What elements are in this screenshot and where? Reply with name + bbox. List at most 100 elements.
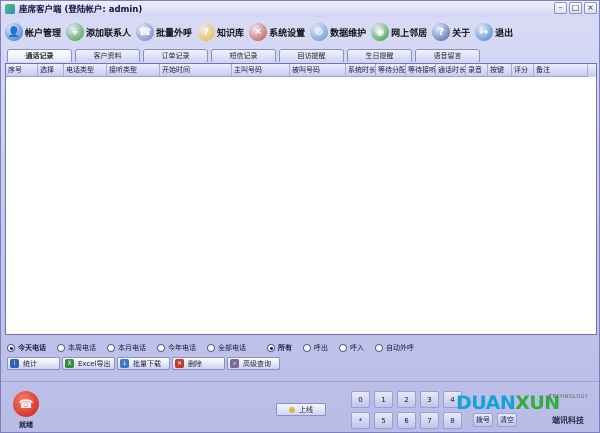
toolbar-label: 添加联系人 <box>86 28 132 39</box>
period-filter-radio[interactable]: 全部电话 <box>207 343 246 353</box>
column-header[interactable]: 通话时长 <box>436 64 466 76</box>
window-controls: – □ × <box>554 2 597 14</box>
keypad-key[interactable]: 3 <box>420 391 439 408</box>
maximize-button[interactable]: □ <box>569 2 582 14</box>
filter-bar: 今天电话 本周电话 本月电话 今年电话 全部电话 所有 呼出 呼入 自动外呼 <box>7 341 425 355</box>
about-icon: ? <box>432 23 451 41</box>
toolbar-button-knowledge[interactable]: ? 知识库 <box>195 20 247 44</box>
download-button[interactable]: ↓ 批量下载 <box>117 357 170 370</box>
column-header[interactable]: 开始时间 <box>160 64 232 76</box>
radio-label: 本周电话 <box>68 344 96 352</box>
toolbar-label: 退出 <box>495 28 514 39</box>
keypad-key[interactable]: 0 <box>351 391 370 408</box>
stats-icon: i <box>10 359 19 368</box>
radio-icon <box>375 344 383 352</box>
action-label: 高级查询 <box>243 359 271 368</box>
period-filter-radio[interactable]: 本月电话 <box>107 343 146 353</box>
toolbar-button-about[interactable]: ? 关于 <box>430 20 473 44</box>
keypad-key[interactable]: 2 <box>397 391 416 408</box>
phone-icon: ☎ <box>13 391 39 417</box>
close-button[interactable]: × <box>584 2 597 14</box>
column-header[interactable]: 接听类型 <box>107 64 160 76</box>
direction-filter-radio[interactable]: 呼入 <box>339 343 364 353</box>
toolbar-button-maintenance[interactable]: ⚙ 数据维护 <box>308 20 369 44</box>
tab-3[interactable]: 短信记录 <box>211 49 276 62</box>
column-header[interactable]: 选择 <box>38 64 64 76</box>
keypad-key[interactable]: 6 <box>397 412 416 429</box>
account-icon: 👤 <box>5 23 23 41</box>
period-filter-radio[interactable]: 今年电话 <box>157 343 196 353</box>
maintenance-icon: ⚙ <box>310 23 329 41</box>
download-icon: ↓ <box>120 359 129 368</box>
column-header[interactable]: 按键 <box>488 64 512 76</box>
settings-icon: ✕ <box>249 23 268 41</box>
logo-tagline: TECHNOLOGY <box>549 394 589 400</box>
keypad-key[interactable]: * <box>351 412 370 429</box>
toolbar-button-account[interactable]: 👤 帐户管理 <box>3 20 64 44</box>
radio-icon <box>107 344 115 352</box>
toolbar-button-batch-call[interactable]: ☎ 批量外呼 <box>134 20 195 44</box>
app-window: 座席客户端 (登陆帐户: admin) – □ × 👤 帐户管理 + 添加联系人 ☎ 批量… <box>0 0 600 433</box>
toolbar-label: 帐户管理 <box>25 28 62 39</box>
tab-0[interactable]: 通话记录 <box>7 49 72 62</box>
toolbar-button-network[interactable]: ◉ 网上邻居 <box>369 20 430 44</box>
column-header[interactable]: 序号 <box>6 64 38 76</box>
toolbar-button-exit[interactable]: ↦ 退出 <box>473 20 516 44</box>
tab-2[interactable]: 订单记录 <box>143 49 208 62</box>
radio-icon <box>157 344 165 352</box>
bottom-divider <box>1 381 599 382</box>
batch-call-icon: ☎ <box>136 23 155 41</box>
radio-label: 今年电话 <box>168 344 196 352</box>
period-filter-radio[interactable]: 本周电话 <box>57 343 96 353</box>
period-filter-radio[interactable]: 今天电话 <box>7 343 46 353</box>
radio-icon <box>303 344 311 352</box>
query-icon: ⌕ <box>230 359 239 368</box>
keypad-key[interactable]: 7 <box>420 412 439 429</box>
column-header[interactable]: 主叫号码 <box>232 64 290 76</box>
toolbar-label: 知识库 <box>217 28 245 39</box>
status-ready-label: 就绪 <box>19 421 33 429</box>
logo-wordmark: DUANXUN <box>456 392 560 414</box>
toolbar-button-add-contact[interactable]: + 添加联系人 <box>64 20 134 44</box>
company-logo: DUANXUN TECHNOLOGY 端讯科技 <box>456 384 598 432</box>
tab-4[interactable]: 回访提醒 <box>279 49 344 62</box>
action-bar: i 统计 X Excel导出 ↓ 批量下载 ✕ 删除 ⌕ 高级查询 <box>7 357 280 370</box>
direction-filter-radio[interactable]: 呼出 <box>303 343 328 353</box>
radio-label: 所有 <box>278 344 292 352</box>
add-contact-icon: + <box>66 23 85 41</box>
radio-label: 本月电话 <box>118 344 146 352</box>
column-header[interactable]: 备注 <box>534 64 588 76</box>
tab-6[interactable]: 语音留言 <box>415 49 480 62</box>
direction-filter-radio[interactable]: 自动外呼 <box>375 343 414 353</box>
column-header[interactable]: 评分 <box>512 64 534 76</box>
keypad-key[interactable]: 1 <box>374 391 393 408</box>
column-header[interactable]: 等待接听 <box>406 64 436 76</box>
toolbar-label: 网上邻居 <box>391 28 428 39</box>
knowledge-icon: ? <box>197 23 216 41</box>
action-label: Excel导出 <box>78 359 111 368</box>
delete-button[interactable]: ✕ 删除 <box>172 357 225 370</box>
tab-5[interactable]: 生日提醒 <box>347 49 412 62</box>
direction-filter-radio[interactable]: 所有 <box>267 343 292 353</box>
call-records-table: 序号 选择 电话类型 接听类型 开始时间 主叫号码 被叫号码 系统时长 等待分配 等待接听 通话时长… <box>5 63 597 335</box>
excel-button[interactable]: X Excel导出 <box>62 357 115 370</box>
column-header[interactable]: 系统时长 <box>346 64 376 76</box>
radio-label: 今天电话 <box>18 344 46 352</box>
delete-icon: ✕ <box>175 359 184 368</box>
column-header[interactable]: 电话类型 <box>64 64 107 76</box>
column-header[interactable]: 录音 <box>466 64 488 76</box>
keypad-key[interactable]: 5 <box>374 412 393 429</box>
query-button[interactable]: ⌕ 高级查询 <box>227 357 280 370</box>
column-header[interactable]: 被叫号码 <box>290 64 346 76</box>
stats-button[interactable]: i 统计 <box>7 357 60 370</box>
online-button[interactable]: 上线 <box>276 403 326 416</box>
excel-icon: X <box>65 359 74 368</box>
minimize-button[interactable]: – <box>554 2 567 14</box>
action-label: 批量下载 <box>133 359 161 368</box>
tab-1[interactable]: 客户资料 <box>75 49 140 62</box>
window-title: 座席客户端 (登陆帐户: admin) <box>19 5 143 15</box>
radio-label: 自动外呼 <box>386 344 414 352</box>
toolbar-button-settings[interactable]: ✕ 系统设置 <box>247 20 308 44</box>
radio-label: 全部电话 <box>218 344 246 352</box>
column-header[interactable]: 等待分配 <box>376 64 406 76</box>
